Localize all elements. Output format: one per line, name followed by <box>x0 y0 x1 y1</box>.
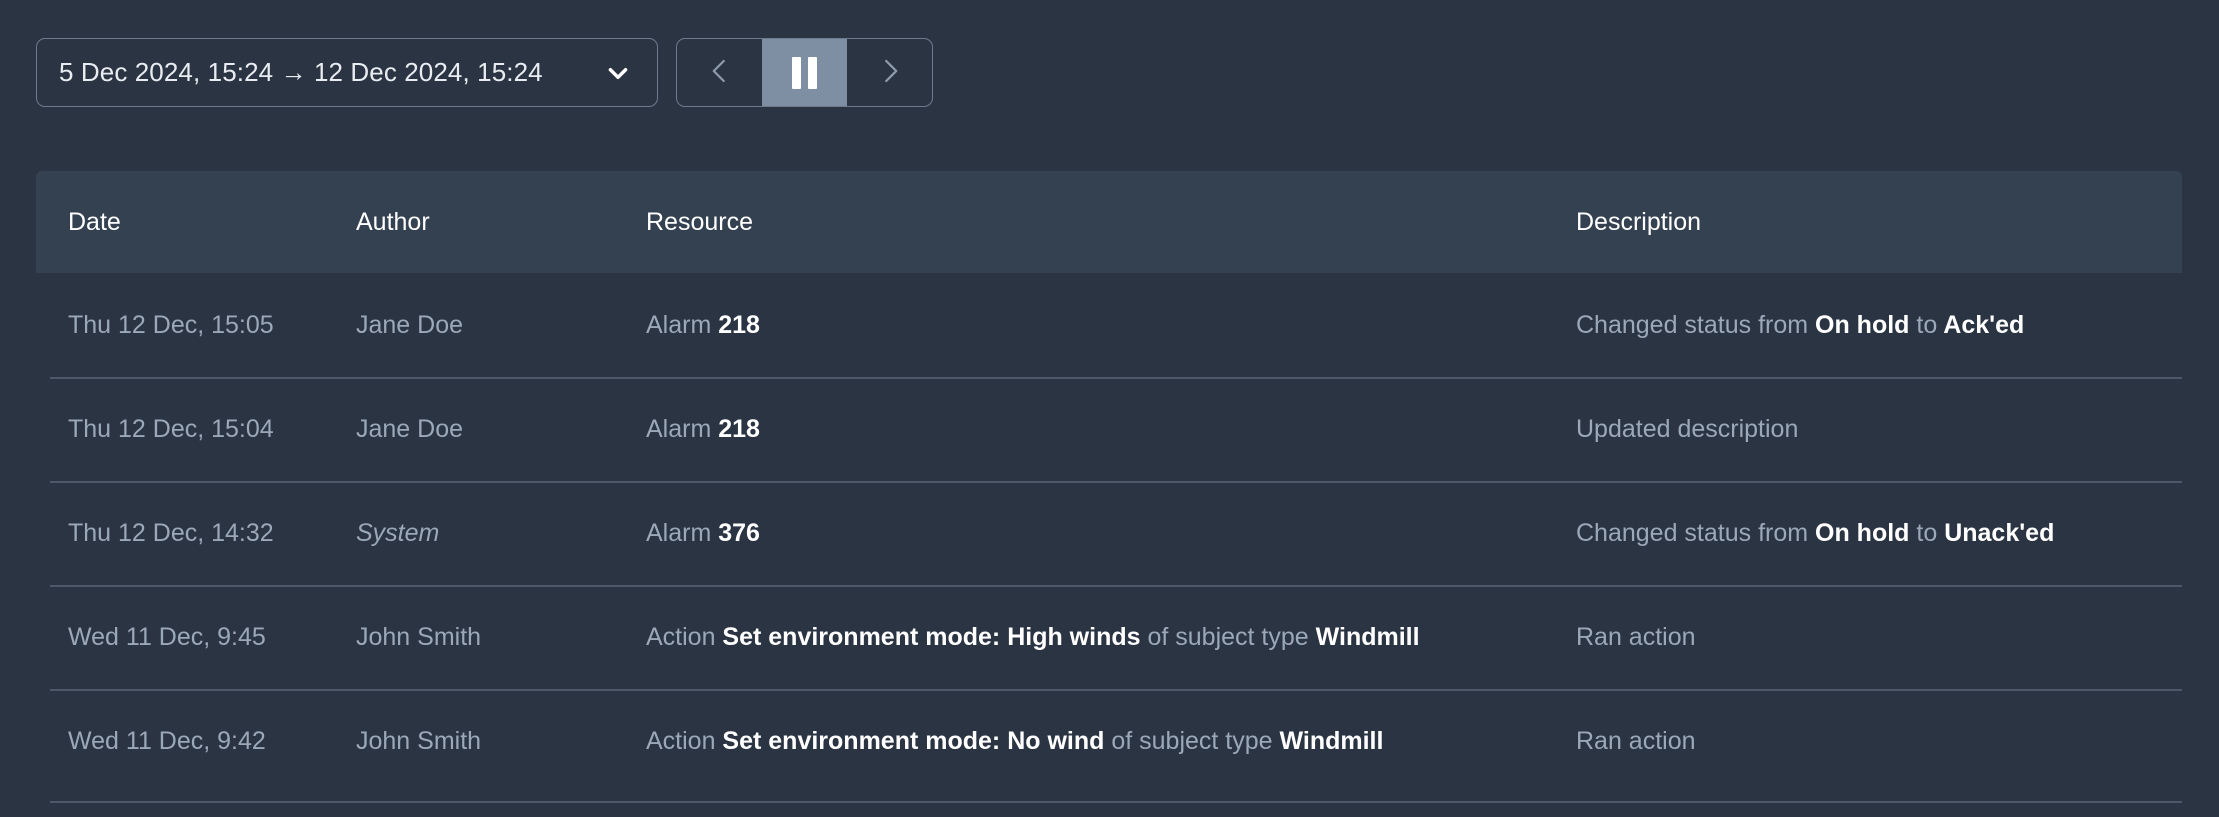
author-value: John Smith <box>356 726 482 755</box>
cell-date: Wed 11 Dec, 9:45 <box>36 623 356 652</box>
cell-resource: Alarm 376 <box>646 519 1576 548</box>
activity-log-table: Date Author Resource Description Thu 12 … <box>36 171 2182 793</box>
date-range-picker[interactable]: 5 Dec 2024, 15:24 → 12 Dec 2024, 15:24 <box>36 38 658 107</box>
resource-value-segment: of subject type <box>1140 622 1309 651</box>
date-value: Wed 11 Dec, 9:42 <box>68 726 266 755</box>
description-value-segment: Changed status from <box>1576 310 1809 339</box>
description-value: Ran action <box>1576 727 2182 756</box>
cell-resource: Action Set environment mode: No wind of … <box>646 727 1576 756</box>
author-value: System <box>356 518 440 547</box>
cell-date: Thu 12 Dec, 14:32 <box>36 519 356 548</box>
resource-value-segment: Alarm <box>646 310 712 339</box>
cell-resource: Action Set environment mode: High winds … <box>646 623 1576 652</box>
table-body: Thu 12 Dec, 15:05 Jane Doe Alarm 218 Change… <box>36 273 2182 793</box>
date-value: Wed 11 Dec, 9:45 <box>68 622 266 651</box>
description-value-segment: Ran action <box>1576 622 1696 651</box>
table-bottom-separator <box>50 801 2182 803</box>
description-value-segment: On hold <box>1808 310 1910 339</box>
cell-author: Jane Doe <box>356 415 646 444</box>
author-value: John Smith <box>356 622 482 651</box>
cell-date: Thu 12 Dec, 15:04 <box>36 415 356 444</box>
playback-controls <box>676 38 933 107</box>
description-value: Changed status from On hold to Ack'ed <box>1576 311 2182 340</box>
cell-description: Changed status from On hold to Ack'ed <box>1576 311 2182 340</box>
description-value-segment: to <box>1909 518 1938 547</box>
table-row[interactable]: Wed 11 Dec, 9:45 John Smith Action Set env… <box>36 585 2182 689</box>
cell-author: John Smith <box>356 727 646 756</box>
description-value-segment: Unack'ed <box>1937 518 2055 547</box>
resource-value-segment: Alarm <box>646 518 712 547</box>
column-header-resource[interactable]: Resource <box>646 208 1576 237</box>
resource-value-segment: Set environment mode: No wind <box>715 726 1105 755</box>
description-value: Ran action <box>1576 623 2182 652</box>
date-range-value: 5 Dec 2024, 15:24 → 12 Dec 2024, 15:24 <box>59 57 543 87</box>
author-value: Jane Doe <box>356 414 464 443</box>
cell-date: Thu 12 Dec, 15:05 <box>36 311 356 340</box>
playback-previous-button[interactable] <box>677 39 762 106</box>
description-value-segment: Changed status from <box>1576 518 1809 547</box>
resource-value: Action Set environment mode: No wind of … <box>646 727 1576 756</box>
resource-value-segment: Alarm <box>646 414 712 443</box>
resource-value-segment: Set environment mode: High winds <box>715 622 1141 651</box>
chevron-left-icon <box>705 56 735 89</box>
date-value: Thu 12 Dec, 14:32 <box>68 518 274 547</box>
chevron-right-icon <box>875 56 905 89</box>
column-header-date[interactable]: Date <box>36 208 356 237</box>
date-value: Thu 12 Dec, 15:04 <box>68 414 274 443</box>
table-row[interactable]: Wed 11 Dec, 9:42 John Smith Action Set env… <box>36 689 2182 793</box>
resource-value: Alarm 218 <box>646 311 1576 340</box>
cell-description: Updated description <box>1576 415 2182 444</box>
resource-value-segment: Action <box>646 726 716 755</box>
resource-value-segment: Windmill <box>1272 726 1384 755</box>
cell-author: Jane Doe <box>356 311 646 340</box>
resource-value: Alarm 218 <box>646 415 1576 444</box>
description-value-segment: Ack'ed <box>1937 310 2025 339</box>
description-value-segment: Updated description <box>1576 414 1799 443</box>
description-value-segment: to <box>1909 310 1938 339</box>
cell-resource: Alarm 218 <box>646 311 1576 340</box>
pause-icon <box>792 56 817 89</box>
resource-value: Action Set environment mode: High winds … <box>646 623 1576 652</box>
cell-author: John Smith <box>356 623 646 652</box>
cell-date: Wed 11 Dec, 9:42 <box>36 727 356 756</box>
date-value: Thu 12 Dec, 15:05 <box>68 310 274 339</box>
resource-value-segment: Windmill <box>1308 622 1420 651</box>
cell-description: Ran action <box>1576 727 2182 756</box>
description-value: Changed status from On hold to Unack'ed <box>1576 519 2182 548</box>
description-value-segment: Ran action <box>1576 726 1696 755</box>
cell-description: Ran action <box>1576 623 2182 652</box>
playback-pause-button[interactable] <box>762 39 847 106</box>
toolbar: 5 Dec 2024, 15:24 → 12 Dec 2024, 15:24 <box>36 38 933 107</box>
cell-author: System <box>356 519 646 548</box>
cell-description: Changed status from On hold to Unack'ed <box>1576 519 2182 548</box>
resource-value-segment: 376 <box>711 518 760 547</box>
resource-value: Alarm 376 <box>646 519 1576 548</box>
table-header-row: Date Author Resource Description <box>36 171 2182 273</box>
description-value-segment: On hold <box>1808 518 1910 547</box>
table-row[interactable]: Thu 12 Dec, 15:05 Jane Doe Alarm 218 Change… <box>36 273 2182 377</box>
author-value: Jane Doe <box>356 310 464 339</box>
column-header-description[interactable]: Description <box>1576 208 2182 237</box>
column-header-author[interactable]: Author <box>356 208 646 237</box>
resource-value-segment: Action <box>646 622 716 651</box>
table-row[interactable]: Thu 12 Dec, 14:32 System Alarm 376 Changed … <box>36 481 2182 585</box>
resource-value-segment: 218 <box>711 310 760 339</box>
resource-value-segment: of subject type <box>1104 726 1273 755</box>
description-value: Updated description <box>1576 415 2182 444</box>
playback-next-button[interactable] <box>847 39 932 106</box>
table-row[interactable]: Thu 12 Dec, 15:04 Jane Doe Alarm 218 Update… <box>36 377 2182 481</box>
cell-resource: Alarm 218 <box>646 415 1576 444</box>
chevron-down-icon <box>605 60 631 86</box>
activity-log-page: 5 Dec 2024, 15:24 → 12 Dec 2024, 15:24 D… <box>0 0 2219 817</box>
resource-value-segment: 218 <box>711 414 760 443</box>
